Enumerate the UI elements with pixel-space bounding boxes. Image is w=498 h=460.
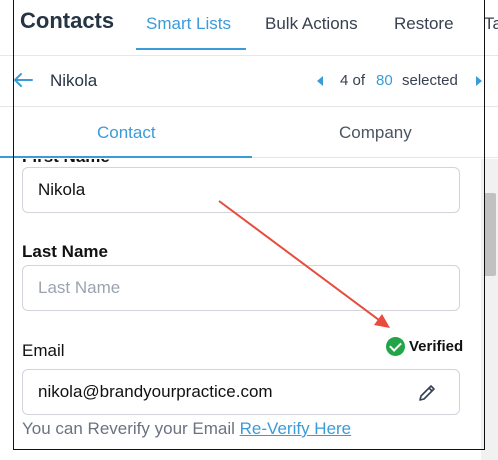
window-border-right xyxy=(484,0,485,450)
tab-contact[interactable]: Contact xyxy=(97,123,156,143)
window-border-bottom xyxy=(13,449,485,450)
pager-selected-label: selected xyxy=(402,72,458,89)
last-name-input[interactable] xyxy=(23,266,459,310)
verified-badge: Verified xyxy=(386,337,463,356)
tab-company[interactable]: Company xyxy=(339,123,412,143)
tab-smart-lists[interactable]: Smart Lists xyxy=(146,14,231,34)
record-header: Nikola 4 of 80 selected xyxy=(0,57,498,107)
tab-bulk-actions[interactable]: Bulk Actions xyxy=(265,14,358,34)
record-name: Nikola xyxy=(50,71,98,90)
detail-tabs: Contact Company xyxy=(0,108,498,158)
scrollbar-thumb[interactable] xyxy=(484,193,496,276)
triangle-right-icon[interactable] xyxy=(476,76,482,86)
triangle-left-icon[interactable] xyxy=(317,76,323,86)
pager-position: 4 of xyxy=(340,72,366,89)
tab-truncated[interactable]: Ta xyxy=(484,14,498,34)
pager-total: 80 xyxy=(376,72,393,89)
window-border-left xyxy=(13,0,14,450)
reverify-text: You can Reverify your Email xyxy=(22,419,235,438)
verified-label: Verified xyxy=(409,338,464,355)
first-name-field[interactable] xyxy=(22,167,460,213)
email-field[interactable] xyxy=(22,369,460,415)
contact-form: First Name Last Name Email Verified You … xyxy=(0,159,480,460)
arrow-left-icon[interactable] xyxy=(12,69,34,91)
check-circle-icon xyxy=(386,337,405,356)
last-name-field[interactable] xyxy=(22,265,460,311)
top-nav: Contacts Smart Lists Bulk Actions Restor… xyxy=(0,0,498,56)
email-label: Email xyxy=(22,341,65,360)
first-name-label: First Name xyxy=(22,159,110,167)
reverify-link[interactable]: Re-Verify Here xyxy=(240,419,351,438)
app-title: Contacts xyxy=(20,8,115,33)
active-tab-indicator xyxy=(136,48,246,50)
pencil-icon[interactable] xyxy=(417,383,437,403)
active-subtab-indicator xyxy=(0,156,252,158)
first-name-input[interactable] xyxy=(23,168,459,212)
reverify-hint: You can Reverify your Email Re-Verify He… xyxy=(22,419,351,439)
last-name-label: Last Name xyxy=(22,242,108,261)
contact-detail-window: Contacts Smart Lists Bulk Actions Restor… xyxy=(0,0,498,460)
email-input[interactable] xyxy=(23,370,459,414)
tab-restore[interactable]: Restore xyxy=(394,14,454,34)
